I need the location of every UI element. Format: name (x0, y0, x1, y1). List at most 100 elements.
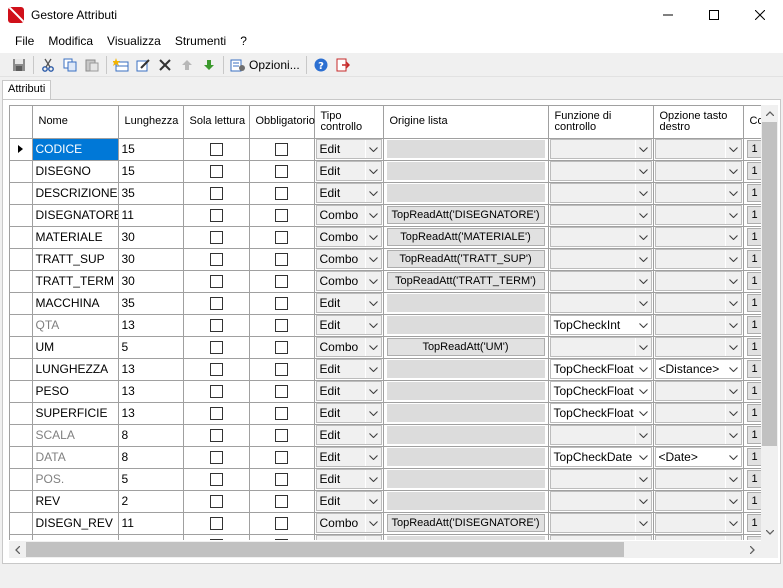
control-function-select[interactable] (549, 293, 652, 313)
list-source-cell[interactable] (383, 534, 549, 540)
attribute-name-cell[interactable]: QTA (32, 314, 119, 337)
control-type-cell[interactable]: Combo (314, 512, 384, 535)
close-button[interactable] (737, 0, 783, 29)
list-source-cell[interactable] (383, 402, 549, 425)
control-type-select[interactable]: Edit (315, 161, 382, 181)
readonly-checkbox-cell[interactable] (183, 182, 250, 205)
readonly-checkbox-cell[interactable] (183, 446, 250, 469)
row-header[interactable] (10, 204, 33, 227)
col-cell[interactable]: 1 (743, 380, 761, 403)
attribute-name-cell[interactable]: TRATT_TERM (32, 270, 119, 293)
table-row[interactable]: MATERIALE 30 Combo TopReadAtt('MATERIALE') 1 (10, 226, 761, 249)
dropdown-arrow[interactable] (634, 404, 651, 422)
right-click-option-cell[interactable] (653, 490, 744, 513)
table-row[interactable]: POS. 5 Edit 1 (10, 468, 761, 491)
required-checkbox-cell[interactable] (249, 182, 315, 205)
control-function-select[interactable] (549, 249, 652, 269)
right-click-option-select[interactable] (654, 249, 742, 269)
row-header[interactable] (10, 468, 33, 491)
control-type-cell[interactable]: Combo (314, 248, 384, 271)
move-down-button[interactable] (198, 54, 220, 76)
right-click-option-select[interactable] (654, 227, 742, 247)
length-cell[interactable]: 35 (118, 182, 184, 205)
list-source-cell[interactable]: TopReadAtt('DISEGNATORE') (383, 204, 549, 227)
column-header[interactable]: Opzione tasto destro (653, 106, 744, 139)
control-type-select[interactable]: Combo (315, 513, 382, 533)
col-cell[interactable]: 1 (743, 314, 761, 337)
column-header[interactable]: Origine lista (383, 106, 549, 139)
required-checkbox[interactable] (275, 385, 288, 399)
table-row[interactable]: QTA 13 Edit TopCheckInt 1 (10, 314, 761, 337)
row-header[interactable] (10, 270, 33, 293)
right-click-option-select[interactable] (654, 315, 742, 335)
dropdown-arrow[interactable] (724, 492, 741, 510)
options-button[interactable]: Opzioni... (227, 54, 303, 76)
control-type-cell[interactable]: Edit (314, 358, 384, 381)
dropdown-arrow[interactable] (634, 228, 651, 246)
control-function-select[interactable] (549, 469, 652, 489)
control-function-cell[interactable] (548, 204, 654, 227)
dropdown-arrow[interactable] (364, 360, 381, 378)
control-function-cell[interactable] (548, 226, 654, 249)
save-button[interactable] (8, 54, 30, 76)
control-function-cell[interactable] (548, 490, 654, 513)
control-function-select[interactable] (549, 337, 652, 357)
control-type-cell[interactable]: Combo (314, 270, 384, 293)
readonly-checkbox[interactable] (209, 539, 223, 540)
dropdown-arrow[interactable] (724, 206, 741, 224)
list-source-cell[interactable] (383, 490, 549, 513)
dropdown-arrow[interactable] (364, 338, 381, 356)
length-cell[interactable]: 8 (118, 424, 184, 447)
col-cell[interactable]: 1 (743, 270, 761, 293)
dropdown-arrow[interactable] (724, 184, 741, 202)
col-button[interactable]: 1 (746, 514, 761, 532)
right-click-option-select[interactable]: <Date> (654, 447, 742, 467)
readonly-checkbox[interactable] (209, 319, 223, 333)
readonly-checkbox[interactable] (209, 473, 223, 487)
col-cell[interactable]: 1 (743, 446, 761, 469)
control-function-cell[interactable] (548, 270, 654, 293)
control-type-cell[interactable]: Combo (314, 204, 384, 227)
control-function-cell[interactable]: TopCheckFloat (548, 380, 654, 403)
control-type-cell[interactable]: Edit (314, 490, 384, 513)
control-type-cell[interactable]: Edit (314, 138, 384, 161)
table-row[interactable]: LUNGHEZZA 13 Edit TopCheckFloat <Distance> 1 (10, 358, 761, 381)
right-click-option-cell[interactable] (653, 182, 744, 205)
required-checkbox[interactable] (275, 297, 288, 311)
dropdown-arrow[interactable] (724, 316, 741, 334)
dropdown-arrow[interactable] (634, 272, 651, 290)
dropdown-arrow[interactable] (364, 382, 381, 400)
attribute-name-cell[interactable]: REV (32, 490, 119, 513)
required-checkbox-cell[interactable] (249, 358, 315, 381)
control-function-select[interactable] (549, 271, 652, 291)
right-click-option-cell[interactable] (653, 512, 744, 535)
length-cell[interactable]: 30 (118, 270, 184, 293)
vertical-scroll-thumb[interactable] (762, 122, 777, 446)
right-click-option-select[interactable] (654, 381, 742, 401)
control-type-select[interactable]: Edit (315, 447, 382, 467)
col-cell[interactable]: 1 (743, 226, 761, 249)
row-header[interactable] (10, 182, 33, 205)
control-function-select[interactable]: TopCheckInt (549, 315, 652, 335)
required-checkbox[interactable] (275, 253, 288, 267)
col-cell[interactable]: 1 (743, 424, 761, 447)
control-type-cell[interactable]: Edit (314, 160, 384, 183)
control-type-cell[interactable]: Edit (314, 314, 384, 337)
dropdown-arrow[interactable] (634, 382, 651, 400)
length-cell[interactable]: 11 (118, 512, 184, 535)
list-source-cell[interactable] (383, 138, 549, 161)
menu-strumenti[interactable]: Strumenti (168, 29, 233, 53)
readonly-checkbox-cell[interactable] (183, 380, 250, 403)
right-click-option-select[interactable] (654, 139, 742, 159)
dropdown-arrow[interactable] (634, 536, 651, 540)
list-source-cell[interactable]: TopReadAtt('UM') (383, 336, 549, 359)
row-header[interactable] (10, 380, 33, 403)
control-function-cell[interactable] (548, 534, 654, 540)
horizontal-scroll-thumb[interactable] (26, 542, 624, 557)
control-type-cell[interactable]: Combo (314, 226, 384, 249)
dropdown-arrow[interactable] (634, 426, 651, 444)
col-cell[interactable]: 1 (743, 204, 761, 227)
required-checkbox[interactable] (275, 517, 288, 531)
row-header[interactable] (10, 534, 33, 540)
control-function-select[interactable] (549, 535, 652, 540)
